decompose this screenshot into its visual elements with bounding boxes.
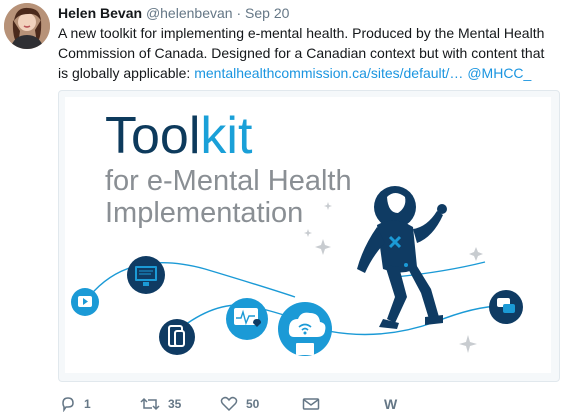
tweet-link[interactable]: mentalhealthcommission.ca/sites/default/…: [194, 65, 463, 81]
heart-icon: [220, 396, 238, 412]
avatar[interactable]: [4, 3, 50, 49]
connector-line-1: [84, 262, 296, 303]
play-icon: [71, 288, 99, 316]
reply-button[interactable]: 1: [60, 396, 91, 412]
mention-link[interactable]: @MHCC_: [467, 65, 531, 81]
retweet-button[interactable]: 35: [140, 396, 181, 412]
desktop-icon: [127, 256, 165, 294]
tweet[interactable]: Helen Bevan @helenbevan · Sep 20 A new t…: [0, 0, 568, 414]
envelope-icon: [302, 398, 320, 410]
title-line3: Implementation: [105, 197, 303, 229]
card-image[interactable]: Toolkit for e-Mental Health Implementati…: [65, 97, 551, 373]
retweet-count: 35: [168, 397, 182, 411]
extra-action-label: W: [384, 396, 398, 412]
author-name[interactable]: Helen Bevan: [58, 5, 142, 21]
reply-count: 1: [84, 397, 91, 411]
chat-icon: [489, 290, 523, 324]
separator-dot: ·: [236, 5, 242, 21]
like-count: 50: [246, 397, 260, 411]
health-monitor-icon: [226, 298, 268, 340]
avatar-image: [4, 3, 50, 49]
link-card[interactable]: Toolkit for e-Mental Health Implementati…: [58, 90, 560, 382]
timestamp[interactable]: Sep 20: [245, 5, 289, 21]
tablet-icon: [159, 319, 195, 355]
toolkit-illustration: Toolkit for e-Mental Health Implementati…: [71, 107, 523, 356]
cloud-wifi-icon: [278, 302, 332, 356]
astronaut-icon: [357, 186, 447, 329]
like-button[interactable]: 50: [220, 396, 259, 412]
reply-icon: [62, 397, 74, 412]
message-button[interactable]: [302, 396, 320, 412]
extra-action-button[interactable]: W: [384, 396, 397, 412]
tweet-header: Helen Bevan @helenbevan · Sep 20: [58, 4, 289, 22]
tweet-text: A new toolkit for implementing e-mental …: [58, 23, 558, 83]
retweet-icon: [140, 397, 160, 411]
author-handle[interactable]: @helenbevan: [146, 5, 233, 21]
title-line2: for e-Mental Health: [105, 165, 352, 197]
title-line1: Toolkit: [105, 107, 253, 165]
